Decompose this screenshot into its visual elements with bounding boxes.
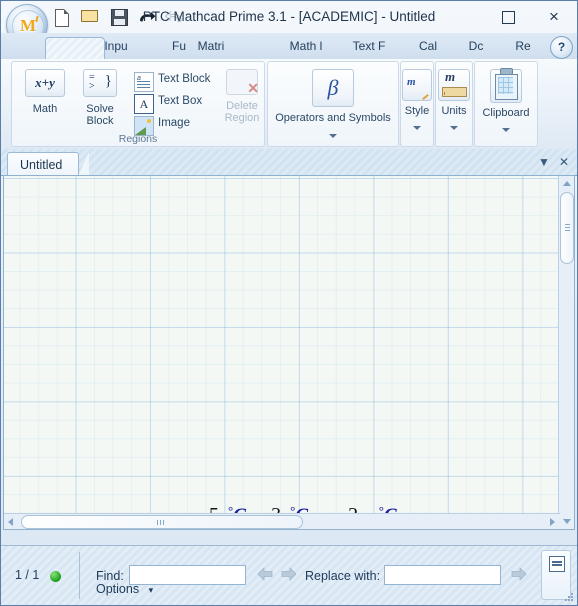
find-label: Find: <box>96 569 124 583</box>
maximize-button[interactable] <box>485 1 531 32</box>
regions-group-label: Regions <box>118 133 158 145</box>
scroll-down-icon[interactable] <box>563 519 571 524</box>
vertical-scrollbar[interactable] <box>558 176 574 529</box>
replace-label: Replace with: <box>305 569 381 583</box>
application-window: M PTC Mathcad Prime 3.1 - [ACADEMIC] - U… <box>0 0 578 606</box>
tab-document[interactable]: Dc <box>454 33 498 59</box>
open-icon[interactable] <box>77 5 102 29</box>
scroll-up-icon[interactable] <box>563 181 571 186</box>
close-icon: × <box>549 7 559 26</box>
style-dropdown-caret[interactable] <box>401 119 433 133</box>
ribbon-group-operators: β Operators and Symbols <box>267 61 399 147</box>
tab-resources[interactable]: Re <box>501 33 545 59</box>
status-divider <box>79 552 80 599</box>
document-tab-bar: Untitled ▼ ✕ <box>1 149 577 176</box>
ribbon-group-units: m Units <box>435 61 473 147</box>
find-next-button[interactable] <box>279 566 299 582</box>
horizontal-scroll-thumb[interactable] <box>21 515 303 529</box>
help-button[interactable]: ? <box>550 36 573 59</box>
ribbon: x+y Math = > } Solve Block a Text Block <box>1 59 577 150</box>
save-icon[interactable] <box>106 5 131 29</box>
document-tab-menu-icon[interactable]: ▼ <box>535 153 553 171</box>
worksheet-grid <box>4 176 560 529</box>
math-button[interactable]: x+y Math <box>20 69 70 115</box>
tab-input[interactable]: Inpu <box>87 33 145 59</box>
title-bar: M PTC Mathcad Prime 3.1 - [ACADEMIC] - U… <box>1 1 577 46</box>
math-icon: x+y <box>25 69 65 97</box>
style-button[interactable]: m Style <box>401 69 433 133</box>
resize-grip[interactable] <box>565 593 574 602</box>
solve-block-button[interactable]: = > } Solve Block <box>74 69 126 127</box>
options-label: Options <box>96 582 140 596</box>
page-view-button[interactable] <box>544 552 568 575</box>
redo-icon <box>162 5 187 29</box>
clipboard-button[interactable]: Clipboard <box>475 68 537 135</box>
document-tab-close-icon[interactable]: ✕ <box>555 153 573 171</box>
units-dropdown-caret[interactable] <box>436 119 472 133</box>
units-ruler-icon: m <box>438 69 470 101</box>
text-box-label: Text Box <box>158 95 203 107</box>
worksheet-area[interactable]: 5 °C − 3 °C → 2 · °C <box>3 175 575 530</box>
text-box-button[interactable]: A Text Box <box>132 92 218 114</box>
replace-input[interactable] <box>384 565 501 585</box>
find-previous-button[interactable] <box>255 566 275 582</box>
tab-math-formatting[interactable]: Math l <box>273 33 339 59</box>
scroll-left-icon[interactable] <box>8 518 13 526</box>
page-view-icon <box>549 556 565 572</box>
style-label: Style <box>404 105 430 117</box>
calculation-status-indicator <box>50 571 61 582</box>
solve-block-button-label: Solve Block <box>86 103 114 127</box>
operators-and-symbols-button[interactable]: β Operators and Symbols <box>268 69 398 141</box>
text-block-label: Text Block <box>158 73 211 85</box>
close-button[interactable]: × <box>531 1 577 32</box>
tab-matrices[interactable]: Matri <box>183 33 239 59</box>
ribbon-group-regions: x+y Math = > } Solve Block a Text Block <box>11 61 265 147</box>
text-box-icon: A <box>134 94 154 114</box>
delete-region-label: Delete Region <box>224 100 260 124</box>
status-bar: 1 / 1 Find: Replace with: Options ▾ <box>1 545 577 605</box>
clipboard-icon <box>490 68 522 103</box>
delete-region-icon: ✕ <box>226 69 259 96</box>
ribbon-group-style: m Style <box>400 61 434 147</box>
ribbon-group-clipboard: Clipboard <box>474 61 538 147</box>
replace-next-button[interactable] <box>509 566 529 582</box>
math-button-label: Math <box>32 103 58 115</box>
vertical-scroll-thumb[interactable] <box>560 192 574 264</box>
undo-icon[interactable] <box>134 5 159 29</box>
horizontal-scrollbar[interactable] <box>4 513 560 529</box>
solve-block-icon: = > } <box>83 69 117 97</box>
tab-text-formatting[interactable]: Text F <box>338 33 400 59</box>
tab-calculation[interactable]: Cal <box>404 33 452 59</box>
clipboard-dropdown-caret[interactable] <box>475 121 537 135</box>
options-button[interactable]: Options ▾ <box>96 582 153 596</box>
scroll-right-icon[interactable] <box>550 518 555 526</box>
document-tab-untitled[interactable]: Untitled <box>7 152 90 176</box>
page-indicator: 1 / 1 <box>15 568 40 582</box>
clipboard-label: Clipboard <box>482 107 530 119</box>
ribbon-tab-strip: Inpu Fu Matri Math l Text F Cal Dc Re ? <box>1 33 577 62</box>
units-button[interactable]: m Units <box>436 69 472 133</box>
text-block-button[interactable]: a Text Block <box>132 70 218 92</box>
operators-dropdown-caret[interactable] <box>268 127 398 141</box>
delete-region-button: ✕ Delete Region <box>218 69 266 124</box>
image-label: Image <box>158 117 190 129</box>
beta-icon: β <box>312 69 354 107</box>
operators-and-symbols-label: Operators and Symbols <box>275 112 391 124</box>
new-icon[interactable] <box>49 5 74 29</box>
options-caret-icon: ▾ <box>148 585 154 595</box>
text-block-icon: a <box>134 72 154 92</box>
units-label: Units <box>441 105 467 117</box>
quick-access-toolbar <box>49 5 187 29</box>
style-tag-icon: m <box>402 69 432 101</box>
